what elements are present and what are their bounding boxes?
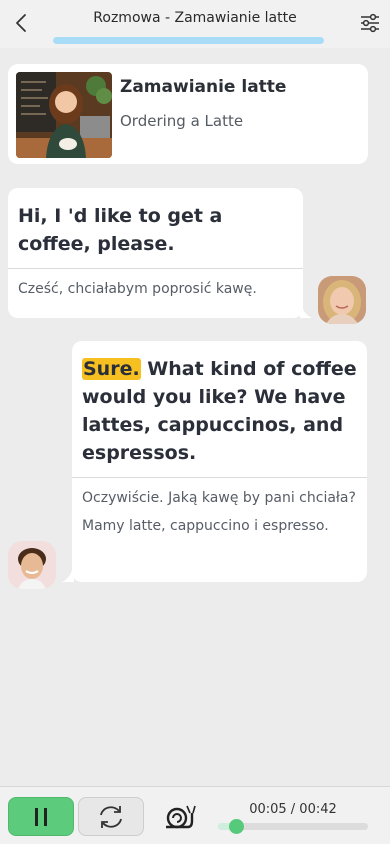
avatar bbox=[318, 276, 366, 324]
top-bar: Rozmowa - Zamawianie latte bbox=[0, 0, 390, 48]
lesson-thumbnail bbox=[16, 72, 112, 158]
time-readout: 00:05 / 00:42 bbox=[249, 802, 337, 817]
bubble-tail bbox=[300, 306, 312, 318]
audio-player-bar: 00:05 / 00:42 bbox=[0, 786, 390, 844]
sliders-icon bbox=[361, 13, 379, 33]
highlighted-word[interactable]: Sure. bbox=[82, 358, 141, 380]
slow-speed-button[interactable] bbox=[162, 801, 198, 833]
snail-icon bbox=[166, 805, 196, 829]
message-translation: Cześć, chciałabym poprosić kawę. bbox=[18, 281, 257, 297]
audio-scrubber[interactable] bbox=[218, 819, 368, 834]
message-bubble[interactable]: Hi, I 'd like to get a coffee, please. C… bbox=[8, 188, 303, 318]
scrubber-handle[interactable] bbox=[229, 819, 244, 834]
lesson-progress-fill bbox=[53, 37, 324, 44]
message-text: Hi, I 'd like to get a coffee, please. bbox=[18, 205, 223, 255]
bubble-tail bbox=[62, 570, 74, 582]
back-button[interactable] bbox=[10, 10, 34, 36]
page-title: Rozmowa - Zamawianie latte bbox=[93, 10, 297, 26]
message-bubble[interactable]: Sure. What kind of coffee would you like… bbox=[72, 341, 367, 582]
lesson-card: Zamawianie latte Ordering a Latte bbox=[8, 64, 368, 164]
pause-icon bbox=[35, 807, 47, 826]
repeat-button[interactable] bbox=[78, 797, 144, 836]
lesson-title: Zamawianie latte bbox=[120, 77, 287, 97]
lesson-progress-bar bbox=[53, 37, 324, 44]
repeat-icon bbox=[100, 805, 122, 828]
chevron-left-icon bbox=[16, 14, 26, 32]
settings-button[interactable] bbox=[359, 12, 381, 34]
avatar bbox=[8, 541, 56, 589]
pause-button[interactable] bbox=[8, 797, 74, 836]
lesson-subtitle: Ordering a Latte bbox=[120, 112, 244, 130]
message-translation: Oczywiście. Jaką kawę by pani chciała? M… bbox=[82, 490, 356, 534]
message-text: Sure. What kind of coffee would you like… bbox=[72, 341, 367, 477]
